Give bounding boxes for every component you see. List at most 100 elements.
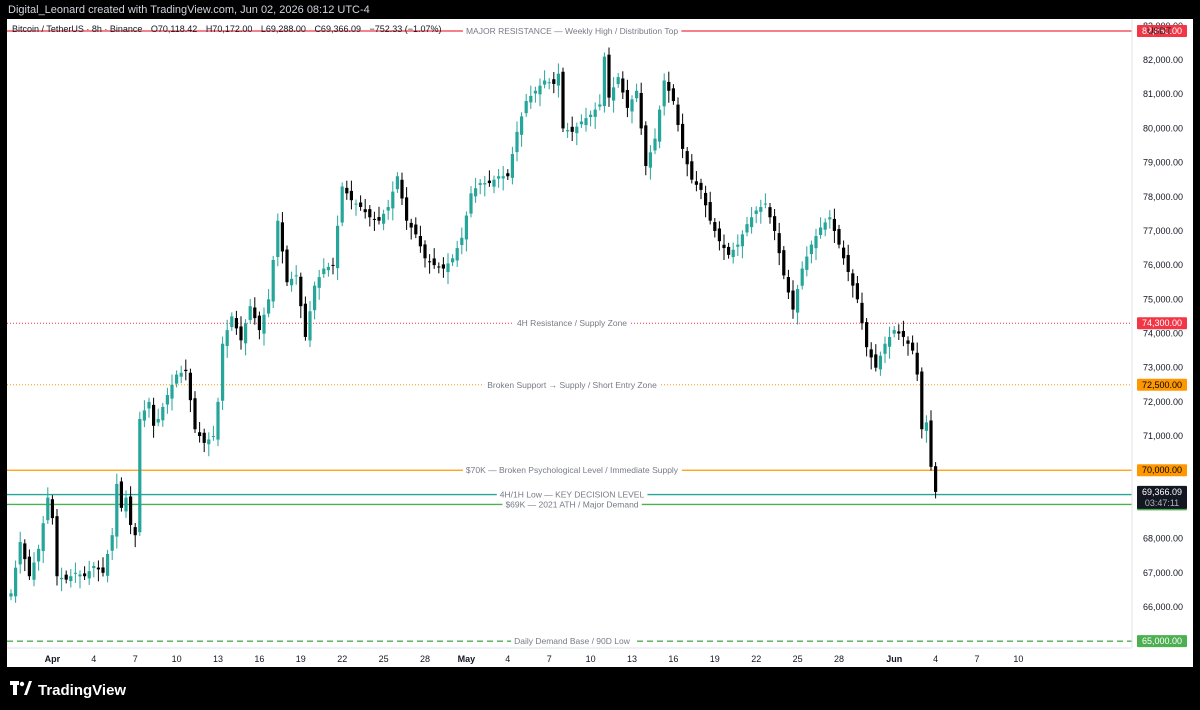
candle-body	[704, 192, 708, 206]
candle-body	[239, 326, 243, 341]
candle-body	[437, 266, 441, 268]
candle-body	[441, 264, 445, 269]
candle-body	[708, 202, 712, 221]
screenshot-frame: Digital_Leonard created with TradingView…	[0, 0, 1200, 710]
candlestick-chart[interactable]: MAJOR RESISTANCE — Weekly High / Distrib…	[7, 19, 1193, 667]
candle-body	[543, 80, 547, 85]
candle-body	[285, 249, 289, 283]
candle-body	[386, 207, 390, 211]
currency-label[interactable]: USDT	[1147, 26, 1172, 36]
time-tick-label: 10	[1013, 654, 1023, 664]
candle-body	[165, 395, 169, 405]
candle-body	[198, 432, 202, 437]
candle-body	[317, 277, 321, 288]
candle-body	[570, 126, 574, 132]
candle-body	[639, 92, 643, 129]
candle-body	[690, 161, 694, 180]
candle-body	[230, 316, 234, 328]
candle-body	[124, 497, 128, 512]
candle-body	[777, 233, 781, 254]
candle-body	[345, 187, 349, 194]
time-tick-label: 28	[834, 654, 844, 664]
candle-body	[625, 90, 629, 108]
candle-body	[405, 197, 409, 221]
time-tick-label: 13	[213, 654, 223, 664]
legend-low: L69,288.00	[260, 24, 306, 34]
candle-body	[211, 436, 215, 438]
time-tick-label: 22	[751, 654, 761, 664]
candle-body	[561, 71, 565, 129]
candle-body	[745, 224, 749, 233]
price-tick-label: 77,000.00	[1143, 226, 1183, 236]
time-tick-label: 16	[254, 654, 264, 664]
candle-body	[497, 176, 501, 179]
level-label: 4H/1H Low — KEY DECISION LEVEL	[500, 490, 645, 500]
candle-body	[400, 179, 404, 199]
candle-body	[897, 331, 901, 334]
candle-body	[524, 101, 528, 114]
time-tick-label: 7	[547, 654, 552, 664]
candle-body	[372, 218, 376, 220]
price-tick-label: 67,000.00	[1143, 568, 1183, 578]
candle-body	[60, 577, 64, 580]
tradingview-logo[interactable]: TradingView	[10, 681, 126, 699]
price-tick-label: 66,000.00	[1143, 602, 1183, 612]
time-tick-label: 19	[710, 654, 720, 664]
candle-body	[676, 104, 680, 125]
price-tick-label: 74,000.00	[1143, 329, 1183, 339]
candle-body	[483, 183, 487, 185]
candle-body	[92, 565, 96, 569]
time-tick-label: 28	[420, 654, 430, 664]
candle-body	[336, 225, 340, 269]
time-tick-label: 16	[668, 654, 678, 664]
candle-body	[644, 125, 648, 166]
chart-panel[interactable]: MAJOR RESISTANCE — Weekly High / Distrib…	[7, 19, 1193, 667]
candle-body	[589, 114, 593, 118]
candle-body	[593, 109, 597, 117]
legend-symbol[interactable]: Bitcoin / TetherUS · 8h · Binance	[12, 24, 142, 34]
candle-body	[782, 250, 786, 276]
candle-body	[492, 179, 496, 187]
candle-body	[271, 260, 275, 302]
candle-body	[828, 217, 832, 220]
candle-body	[225, 330, 229, 346]
candle-body	[460, 237, 464, 246]
candle-body	[566, 130, 570, 132]
current-price-label: 69,366.09	[1142, 487, 1182, 497]
candle-body	[234, 318, 238, 329]
candle-body	[727, 246, 731, 255]
tradingview-logo-icon	[10, 681, 32, 699]
candle-body	[294, 275, 298, 277]
candle-body	[41, 523, 45, 552]
candle-body	[598, 104, 602, 107]
candle-body	[280, 222, 284, 252]
candle-body	[538, 85, 542, 95]
candle-body	[501, 176, 505, 179]
candle-body	[860, 302, 864, 324]
time-tick-label: 7	[974, 654, 979, 664]
candle-body	[579, 121, 583, 125]
candle-body	[630, 99, 634, 112]
candle-body	[929, 420, 933, 467]
level-price-tag-label: 72,500.00	[1142, 380, 1182, 390]
candle-body	[101, 567, 105, 573]
candle-body	[575, 126, 579, 134]
candle-body	[837, 229, 841, 245]
candle-body	[46, 497, 50, 521]
price-tick-label: 68,000.00	[1143, 534, 1183, 544]
candle-body	[796, 289, 800, 313]
candle-body	[290, 278, 294, 286]
candle-body	[478, 183, 482, 185]
candle-body	[584, 118, 588, 126]
candle-body	[662, 80, 666, 107]
price-tick-label: 75,000.00	[1143, 294, 1183, 304]
candle-body	[303, 303, 307, 337]
candle-body	[819, 227, 823, 235]
candle-body	[722, 244, 726, 249]
candle-body	[713, 222, 717, 231]
candle-body	[73, 572, 77, 574]
tradingview-logo-text: TradingView	[38, 681, 127, 699]
candle-body	[773, 216, 777, 231]
candle-body	[87, 571, 91, 579]
candles-layer	[9, 47, 938, 603]
